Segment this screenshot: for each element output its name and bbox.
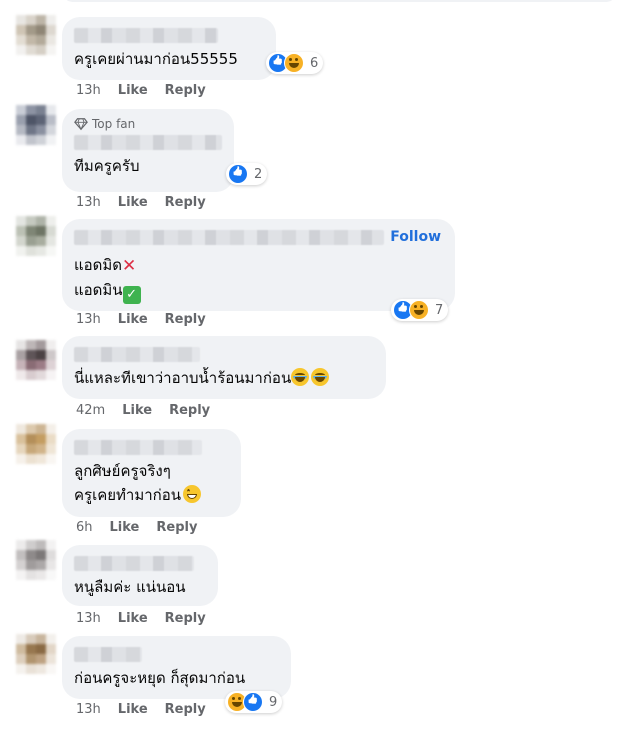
reaction-summary[interactable]: 2 [226,163,268,185]
comment-text: ลูกศิษย์ครูจริงๆ [74,462,171,480]
avatar[interactable] [16,105,56,145]
author-name-redacted[interactable] [74,440,202,455]
author-name-redacted[interactable] [74,230,384,245]
author-name-redacted[interactable] [74,28,218,43]
comment-timestamp[interactable]: 6h [76,520,93,535]
author-name-redacted[interactable] [74,556,194,571]
comment-actions: 13h Like Reply [76,83,206,98]
reaction-count: 6 [310,55,319,71]
avatar[interactable] [16,216,56,256]
like-button[interactable]: Like [118,611,148,626]
reply-button[interactable]: Reply [165,195,206,210]
comment-bubble: Follow แอดมิด✕ แอดมิน ✓ [62,219,455,311]
author-name-redacted[interactable] [74,647,142,662]
haha-reaction-icon [284,53,304,73]
comment-text: ทีมครูครับ [74,157,140,175]
comment-text: ก่อนครูจะหยุด ก็สุดมาก่อน [74,669,246,687]
like-reaction-icon [228,164,248,184]
reply-button[interactable]: Reply [165,611,206,626]
tears-of-joy-emoji-icon [311,368,330,386]
tears-of-joy-emoji-icon [291,368,310,386]
comment-line-2: แอดมิน [74,281,123,299]
check-mark-icon: ✓ [122,286,141,304]
reaction-count: 9 [269,694,278,710]
comment-timestamp[interactable]: 13h [76,195,101,210]
comment-timestamp[interactable]: 13h [76,611,101,626]
comment-text: ครูเคยผ่านมาก่อน55555 [74,50,238,68]
reaction-summary[interactable]: 9 [225,691,283,713]
reply-button[interactable]: Reply [156,520,197,535]
reply-button[interactable]: Reply [165,83,206,98]
comment-actions: 42m Like Reply [76,403,210,418]
like-button[interactable]: Like [118,312,148,327]
comment-actions: 6h Like Reply [76,520,197,535]
comment-text: แอดมิด✕ [74,253,443,278]
reply-button[interactable]: Reply [169,403,210,418]
comment-actions: 13h Like Reply [76,312,206,327]
avatar[interactable] [16,634,56,674]
reply-button[interactable]: Reply [165,312,206,327]
comment-bubble: นี่แหละทีเขาว่าอาบน้ำร้อนมาก่อน [62,336,386,399]
avatar[interactable] [16,424,56,464]
comment-bubble: ครูเคยผ่านมาก่อน55555 [62,17,276,80]
author-name-redacted[interactable] [74,347,200,362]
comment-timestamp[interactable]: 13h [76,702,101,717]
like-button[interactable]: Like [118,702,148,717]
comment-text: นี่แหละทีเขาว่าอาบน้ำร้อนมาก่อน [74,366,374,390]
like-reaction-icon [243,692,263,712]
like-button[interactable]: Like [118,195,148,210]
comment-actions: 13h Like Reply [76,702,206,717]
comment-text: หนูลืมค่ะ แน่นอน [74,578,186,596]
like-button[interactable]: Like [118,83,148,98]
avatar[interactable] [16,340,56,380]
comment-line-1: แอดมิด [74,256,123,274]
comment-text-body: นี่แหละทีเขาว่าอาบน้ำร้อนมาก่อน [74,369,292,387]
comment-bubble: หนูลืมค่ะ แน่นอน [62,545,218,606]
reaction-summary[interactable]: 6 [266,52,324,74]
like-button[interactable]: Like [110,520,140,535]
like-button[interactable]: Like [122,403,152,418]
previous-comment-bubble [62,0,617,2]
comment-bubble: Top fan ทีมครูครับ [62,109,234,192]
author-name-redacted[interactable] [74,135,222,150]
avatar[interactable] [16,540,56,580]
reply-button[interactable]: Reply [165,702,206,717]
comment-timestamp[interactable]: 42m [76,403,105,418]
comment-actions: 13h Like Reply [76,611,206,626]
haha-reaction-icon [409,300,429,320]
diamond-icon [74,118,88,131]
comment-bubble: ลูกศิษย์ครูจริงๆ ครูเคยทำมาก่อน [62,429,241,517]
top-fan-badge: Top fan [74,117,222,131]
comment-timestamp[interactable]: 13h [76,83,101,98]
top-fan-label: Top fan [92,117,136,131]
avatar[interactable] [16,15,56,55]
comment-timestamp[interactable]: 13h [76,312,101,327]
follow-button[interactable]: Follow [390,229,441,245]
reaction-count: 2 [254,166,263,182]
comment-text-line2: ครูเคยทำมาก่อน [74,483,229,507]
reaction-count: 7 [435,302,444,318]
reaction-summary[interactable]: 7 [391,299,449,321]
comment-bubble: ก่อนครูจะหยุด ก็สุดมาก่อน [62,636,291,699]
cross-mark-icon: ✕ [122,256,137,276]
comment-text-line2: แอดมิน ✓ [74,278,443,304]
grinning-emoji-icon [183,485,202,503]
comment-line-2: ครูเคยทำมาก่อน [74,486,182,504]
comment-actions: 13h Like Reply [76,195,206,210]
